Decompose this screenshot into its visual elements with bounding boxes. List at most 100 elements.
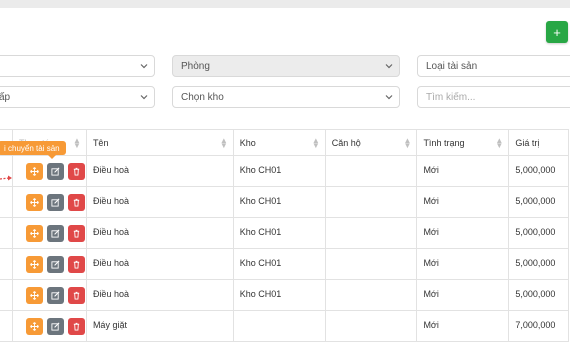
move-icon bbox=[30, 321, 39, 331]
table-row: Máy giặt Mới 7,000,000 bbox=[0, 310, 569, 342]
edit-icon bbox=[51, 198, 60, 207]
table-row: Điều hoà Kho CH01 Mới 5,000,000 bbox=[0, 217, 569, 249]
edit-icon bbox=[51, 229, 60, 238]
column-header-value[interactable]: Giá trị bbox=[508, 129, 569, 156]
cell-name: Điều hoà bbox=[85, 248, 234, 280]
chevron-down-icon bbox=[385, 64, 393, 69]
row-select-cell bbox=[0, 217, 13, 249]
edit-button[interactable] bbox=[47, 193, 64, 211]
cell-value: 5,000,000 bbox=[508, 217, 569, 249]
delete-button[interactable] bbox=[68, 162, 85, 180]
chevron-down-icon bbox=[140, 95, 148, 100]
trash-icon bbox=[73, 229, 80, 238]
edit-button[interactable] bbox=[47, 286, 64, 304]
table-row: Điều hoà Kho CH01 Mới 5,000,000 bbox=[0, 248, 569, 280]
edit-icon bbox=[51, 291, 60, 300]
cell-apartment bbox=[324, 186, 418, 218]
row-actions bbox=[12, 186, 87, 218]
trash-icon bbox=[73, 260, 80, 269]
delete-button[interactable] bbox=[68, 224, 85, 242]
asset-table: Thao tác▲▼ Tên▲▼ Kho▲▼ Căn hộ▲▼ Tình trạ… bbox=[0, 129, 569, 342]
cell-value: 5,000,000 bbox=[508, 155, 569, 187]
trash-icon bbox=[73, 322, 80, 331]
asset-type-select-value: Loại tài sản bbox=[426, 60, 478, 72]
cell-name: Điều hoà bbox=[85, 186, 234, 218]
row-select-cell bbox=[0, 186, 13, 218]
column-header-name[interactable]: Tên ▲ ▼ bbox=[85, 129, 234, 156]
table-row: Điều hoà Kho CH01 Mới 5,000,000 bbox=[0, 279, 569, 311]
row-select-cell bbox=[0, 279, 13, 311]
cell-apartment bbox=[324, 217, 418, 249]
edit-icon bbox=[51, 260, 60, 269]
cell-status: Mới bbox=[416, 310, 510, 342]
cell-status: Mới bbox=[416, 279, 510, 311]
column-header-status[interactable]: Tình trạng ▲ ▼ bbox=[416, 129, 510, 156]
cell-warehouse: Kho CH01 bbox=[232, 248, 326, 280]
trash-icon bbox=[73, 167, 80, 176]
filter-select-4[interactable]: ấp bbox=[0, 86, 155, 108]
cell-status: Mới bbox=[416, 155, 510, 187]
edit-icon bbox=[51, 167, 60, 176]
move-icon bbox=[30, 290, 39, 300]
chevron-down-icon bbox=[140, 64, 148, 69]
cell-warehouse: Kho CH01 bbox=[232, 155, 326, 187]
cell-name: Máy giặt bbox=[85, 310, 234, 342]
move-asset-tooltip: i chuyển tài sản bbox=[0, 141, 66, 159]
edit-button[interactable] bbox=[47, 162, 64, 180]
row-actions bbox=[12, 155, 87, 187]
cell-status: Mới bbox=[416, 217, 510, 249]
warehouse-select-value: Chọn kho bbox=[181, 91, 224, 103]
arrow-pointer-icon bbox=[0, 175, 12, 181]
filter-select-1[interactable] bbox=[0, 55, 155, 77]
move-button[interactable] bbox=[26, 224, 43, 242]
move-icon bbox=[30, 228, 39, 238]
cell-apartment bbox=[324, 248, 418, 280]
cell-value: 5,000,000 bbox=[508, 248, 569, 280]
move-button[interactable] bbox=[26, 286, 43, 304]
delete-button[interactable] bbox=[68, 193, 85, 211]
cell-warehouse: Kho CH01 bbox=[232, 279, 326, 311]
search-placeholder: Tìm kiếm... bbox=[426, 91, 476, 103]
row-actions bbox=[12, 248, 87, 280]
asset-type-select[interactable]: Loại tài sản bbox=[417, 55, 570, 77]
move-icon bbox=[30, 166, 39, 176]
trash-icon bbox=[73, 291, 80, 300]
edit-icon bbox=[51, 322, 60, 331]
room-select[interactable]: Phòng bbox=[172, 55, 400, 77]
row-actions bbox=[12, 217, 87, 249]
cell-warehouse bbox=[232, 310, 326, 342]
room-select-value: Phòng bbox=[181, 60, 210, 72]
cell-status: Mới bbox=[416, 248, 510, 280]
column-header-apartment[interactable]: Căn hộ ▲ ▼ bbox=[324, 129, 418, 156]
edit-button[interactable] bbox=[47, 317, 64, 335]
edit-button[interactable] bbox=[47, 255, 64, 273]
delete-button[interactable] bbox=[68, 286, 85, 304]
cell-name: Điều hoà bbox=[85, 279, 234, 311]
search-input[interactable]: Tìm kiếm... bbox=[417, 86, 570, 108]
add-button[interactable]: + bbox=[546, 21, 568, 43]
cell-value: 5,000,000 bbox=[508, 186, 569, 218]
table-row: Điều hoà Kho CH01 Mới 5,000,000 bbox=[0, 186, 569, 218]
filter-select-4-value: ấp bbox=[0, 91, 11, 103]
warehouse-select[interactable]: Chọn kho bbox=[172, 86, 400, 108]
cell-warehouse: Kho CH01 bbox=[232, 217, 326, 249]
cell-value: 7,000,000 bbox=[508, 310, 569, 342]
cell-status: Mới bbox=[416, 186, 510, 218]
move-button[interactable] bbox=[26, 317, 43, 335]
cell-name: Điều hoà bbox=[85, 155, 234, 187]
edit-button[interactable] bbox=[47, 224, 64, 242]
move-button[interactable] bbox=[26, 193, 43, 211]
trash-icon bbox=[73, 198, 80, 207]
delete-button[interactable] bbox=[68, 255, 85, 273]
delete-button[interactable] bbox=[68, 317, 85, 335]
cell-warehouse: Kho CH01 bbox=[232, 186, 326, 218]
move-button[interactable] bbox=[26, 255, 43, 273]
column-header-warehouse[interactable]: Kho ▲ ▼ bbox=[232, 129, 326, 156]
chevron-down-icon bbox=[385, 95, 393, 100]
top-bar bbox=[0, 0, 570, 8]
move-icon bbox=[30, 259, 39, 269]
cell-value: 5,000,000 bbox=[508, 279, 569, 311]
row-actions bbox=[12, 310, 87, 342]
move-button[interactable] bbox=[26, 162, 43, 180]
table-header-row: Thao tác▲▼ Tên▲▼ Kho▲▼ Căn hộ▲▼ Tình trạ… bbox=[0, 129, 569, 156]
